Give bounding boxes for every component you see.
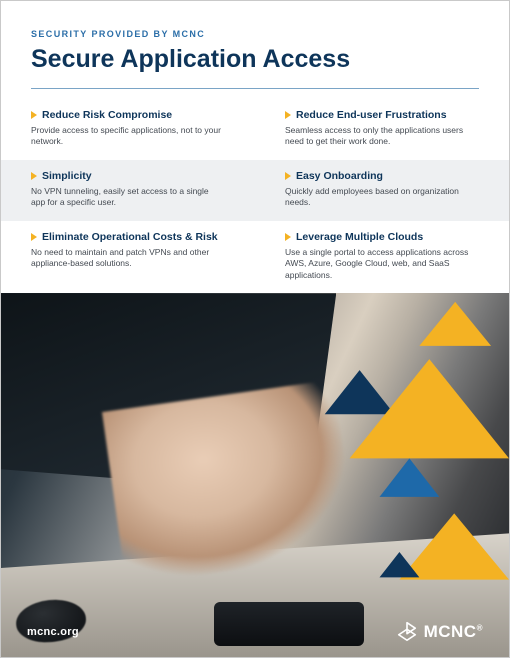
feature-body: Quickly add employees based on organizat…	[285, 186, 479, 209]
hero-image: mcnc.org MCNC®	[1, 293, 509, 657]
feature-title: Leverage Multiple Clouds	[296, 231, 423, 243]
feature-title: Reduce End-user Frustrations	[296, 109, 447, 121]
feature-grid: Reduce Risk Compromise Provide access to…	[1, 99, 509, 293]
logo-mark-icon	[396, 621, 418, 643]
triangle-gold-icon	[419, 302, 491, 346]
bullet-triangle-icon	[31, 111, 37, 119]
header-block: SECURITY PROVIDED BY MCNC Secure Applica…	[1, 1, 509, 74]
feature-item: Eliminate Operational Costs & Risk No ne…	[1, 221, 255, 293]
brand-logo: MCNC®	[396, 621, 483, 643]
feature-body: No need to maintain and patch VPNs and o…	[31, 247, 225, 270]
feature-item: Simplicity No VPN tunneling, easily set …	[1, 160, 255, 221]
brand-name: MCNC®	[424, 622, 483, 642]
feature-item: Reduce Risk Compromise Provide access to…	[1, 99, 255, 160]
eyebrow: SECURITY PROVIDED BY MCNC	[31, 29, 479, 39]
feature-item: Leverage Multiple Clouds Use a single po…	[255, 221, 509, 293]
bullet-triangle-icon	[31, 172, 37, 180]
divider	[31, 88, 479, 89]
feature-item: Reduce End-user Frustrations Seamless ac…	[255, 99, 509, 160]
feature-title: Simplicity	[42, 170, 92, 182]
page-title: Secure Application Access	[31, 45, 479, 74]
feature-body: Use a single portal to access applicatio…	[285, 247, 479, 281]
footer-url: mcnc.org	[27, 626, 79, 638]
feature-title: Eliminate Operational Costs & Risk	[42, 231, 218, 243]
bullet-triangle-icon	[285, 111, 291, 119]
feature-title: Reduce Risk Compromise	[42, 109, 172, 121]
feature-title: Easy Onboarding	[296, 170, 383, 182]
feature-body: Seamless access to only the applications…	[285, 125, 479, 148]
bullet-triangle-icon	[285, 172, 291, 180]
triangle-navy-icon	[325, 370, 395, 414]
decorative-triangles	[1, 293, 509, 657]
triangle-blue-icon	[380, 459, 440, 498]
feature-body: No VPN tunneling, easily set access to a…	[31, 186, 225, 209]
bullet-triangle-icon	[31, 233, 37, 241]
feature-body: Provide access to specific applications,…	[31, 125, 225, 148]
triangle-gold-icon	[399, 514, 509, 580]
bullet-triangle-icon	[285, 233, 291, 241]
feature-item: Easy Onboarding Quickly add employees ba…	[255, 160, 509, 221]
registered-mark: ®	[477, 623, 483, 632]
footer: mcnc.org MCNC®	[1, 609, 509, 657]
datasheet-page: SECURITY PROVIDED BY MCNC Secure Applica…	[0, 0, 510, 658]
